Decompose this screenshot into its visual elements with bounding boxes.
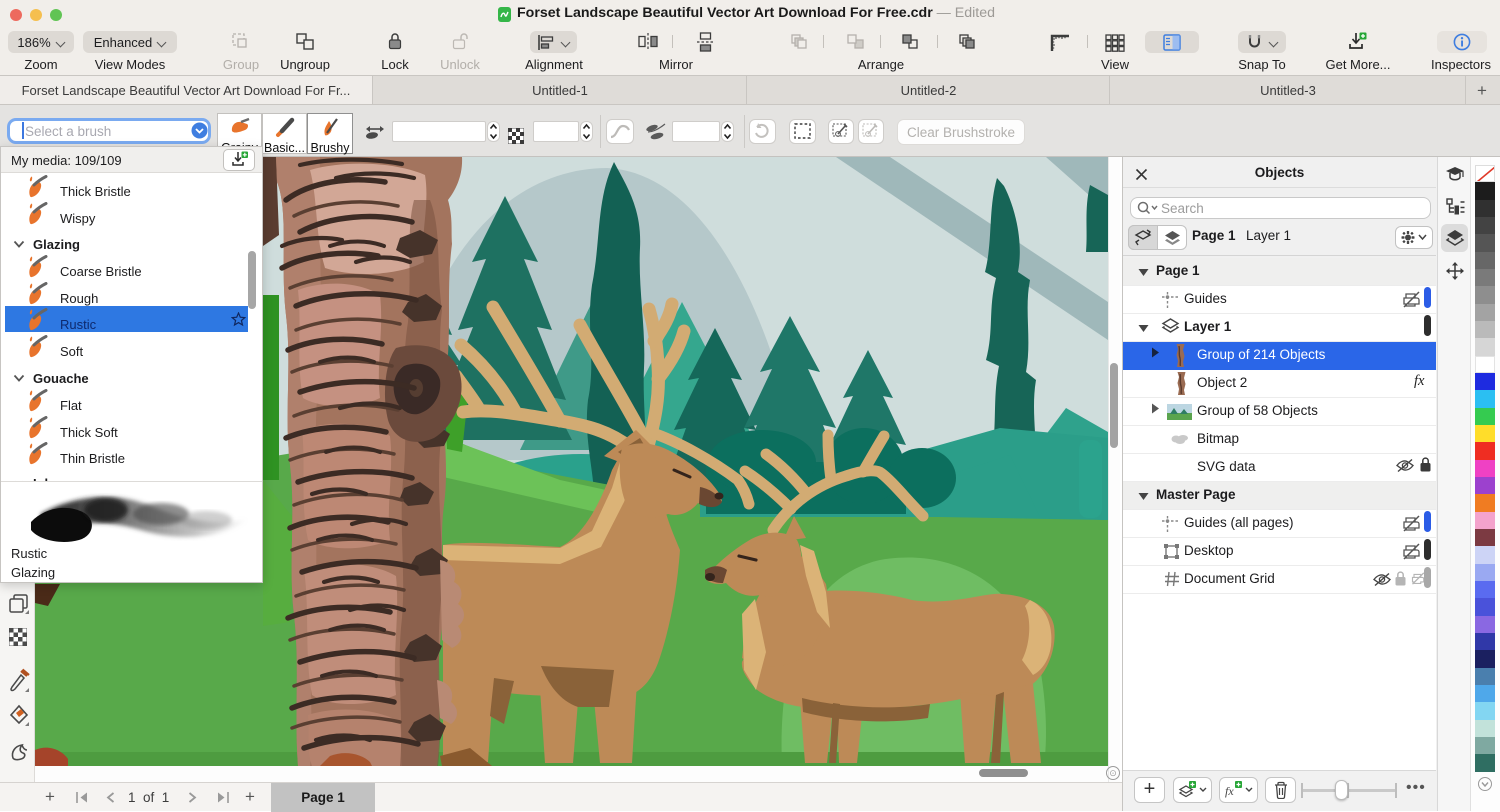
svg-text:fx: fx xyxy=(1225,784,1234,798)
